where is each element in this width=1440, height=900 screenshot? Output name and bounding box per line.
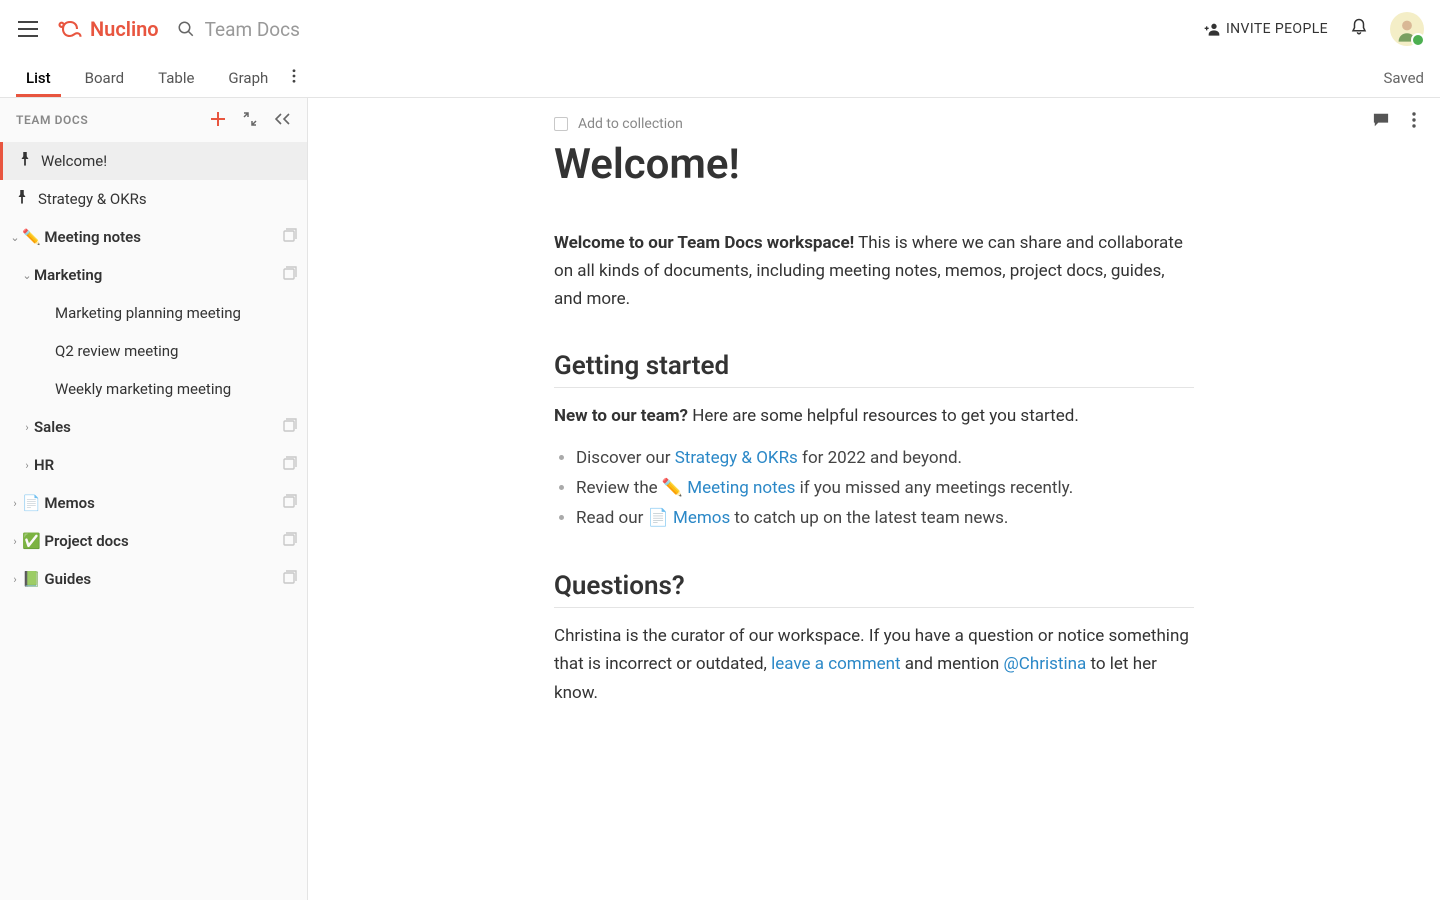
tab-graph[interactable]: Graph [218, 69, 278, 97]
expand-icon[interactable] [243, 112, 257, 129]
sidebar-item-welcome[interactable]: Welcome! [0, 142, 307, 180]
sidebar-item-marketing[interactable]: ⌄ Marketing [0, 256, 307, 294]
brand-logo[interactable]: Nuclino [56, 17, 159, 41]
collection-icon [283, 228, 297, 246]
tab-list[interactable]: List [16, 69, 61, 97]
chevron-right-icon[interactable]: › [8, 497, 22, 510]
sidebar-item-label: 📄 Memos [22, 494, 283, 512]
collection-icon [283, 570, 297, 588]
list-item[interactable]: Read our 📄 Memos to catch up on the late… [576, 504, 1194, 534]
person-add-icon [1204, 22, 1220, 36]
collection-icon [283, 266, 297, 284]
chevron-right-icon[interactable]: › [20, 421, 34, 434]
search-box[interactable] [177, 18, 505, 41]
add-to-collection[interactable]: Add to collection [554, 116, 1194, 132]
chevron-right-icon[interactable]: › [20, 459, 34, 472]
search-icon [177, 20, 195, 38]
sidebar-item-label: ✏️ Meeting notes [22, 228, 283, 246]
sidebar-item-label: Welcome! [41, 152, 297, 170]
chevron-right-icon[interactable]: › [8, 573, 22, 586]
sidebar-item-guides[interactable]: › 📗 Guides [0, 560, 307, 598]
pin-icon [19, 152, 31, 170]
chevron-right-icon[interactable]: › [8, 535, 22, 548]
list-item[interactable]: Review the ✏️ Meeting notes if you misse… [576, 474, 1194, 504]
chevron-down-icon[interactable]: ⌄ [8, 231, 22, 244]
collection-icon [283, 456, 297, 474]
sidebar-item-strategy[interactable]: Strategy & OKRs [0, 180, 307, 218]
heading-getting-started[interactable]: Getting started [554, 351, 1194, 388]
invite-label: INVITE PEOPLE [1226, 21, 1328, 37]
sidebar-item-q2-review[interactable]: Q2 review meeting [0, 332, 307, 370]
collection-box-icon [554, 117, 568, 131]
view-tabs: List Board Table Graph Saved [0, 58, 1440, 98]
collection-icon [283, 418, 297, 436]
sidebar-item-label: 📗 Guides [22, 570, 283, 588]
sidebar-item-label: ✅ Project docs [22, 532, 283, 550]
collection-icon [283, 494, 297, 512]
collection-icon [283, 532, 297, 550]
sidebar-item-weekly-marketing[interactable]: Weekly marketing meeting [0, 370, 307, 408]
heading-questions[interactable]: Questions? [554, 571, 1194, 608]
tab-table[interactable]: Table [148, 69, 204, 97]
chevron-down-icon[interactable]: ⌄ [20, 269, 34, 282]
mention-christina[interactable]: @Christina [1004, 654, 1087, 674]
search-input[interactable] [205, 18, 505, 41]
add-collection-label: Add to collection [578, 116, 683, 132]
sidebar-item-label: Q2 review meeting [55, 342, 297, 360]
sidebar-item-label: Sales [34, 418, 283, 436]
questions-paragraph[interactable]: Christina is the curator of our workspac… [554, 622, 1194, 706]
pin-icon [16, 190, 28, 208]
brand-name: Nuclino [90, 17, 159, 41]
sidebar-item-label: Strategy & OKRs [38, 190, 297, 208]
collapse-sidebar-icon[interactable] [275, 113, 291, 128]
sidebar-item-marketing-planning[interactable]: Marketing planning meeting [0, 294, 307, 332]
link-strategy-okrs[interactable]: Strategy & OKRs [675, 448, 798, 468]
sidebar-item-label: HR [34, 456, 283, 474]
sidebar-item-sales[interactable]: › Sales [0, 408, 307, 446]
user-avatar[interactable] [1390, 12, 1424, 46]
new-team-paragraph[interactable]: New to our team? Here are some helpful r… [554, 402, 1194, 430]
doc-options-icon[interactable] [1412, 112, 1416, 132]
comment-icon[interactable] [1372, 112, 1390, 132]
sidebar-item-label: Weekly marketing meeting [55, 380, 297, 398]
list-item[interactable]: Discover our Strategy & OKRs for 2022 an… [576, 444, 1194, 474]
link-leave-comment[interactable]: leave a comment [771, 654, 900, 674]
link-memos[interactable]: Memos [673, 508, 730, 528]
intro-paragraph[interactable]: Welcome to our Team Docs workspace! This… [554, 229, 1194, 313]
sidebar-item-meeting-notes[interactable]: ⌄ ✏️ Meeting notes [0, 218, 307, 256]
menu-icon[interactable] [16, 17, 40, 41]
sidebar-item-project-docs[interactable]: › ✅ Project docs [0, 522, 307, 560]
save-status: Saved [1383, 69, 1424, 97]
top-bar: Nuclino INVITE PEOPLE [0, 0, 1440, 58]
tab-board[interactable]: Board [75, 69, 134, 97]
sidebar-item-label: Marketing [34, 266, 283, 284]
document-pane: Add to collection Welcome! Welcome to ou… [308, 98, 1440, 900]
sidebar-item-label: Marketing planning meeting [55, 304, 297, 322]
link-meeting-notes[interactable]: Meeting notes [687, 478, 795, 498]
sidebar-item-hr[interactable]: › HR [0, 446, 307, 484]
notifications-icon[interactable] [1350, 17, 1368, 41]
tabs-overflow-icon[interactable] [292, 68, 296, 97]
page-title[interactable]: Welcome! [554, 140, 1194, 189]
invite-people-button[interactable]: INVITE PEOPLE [1204, 21, 1328, 37]
sidebar-item-memos[interactable]: › 📄 Memos [0, 484, 307, 522]
sidebar: TEAM DOCS Welcome! Strategy & OKRs ⌄ ✏️ … [0, 98, 308, 900]
sidebar-title: TEAM DOCS [16, 113, 88, 127]
new-doc-icon[interactable] [211, 112, 225, 129]
